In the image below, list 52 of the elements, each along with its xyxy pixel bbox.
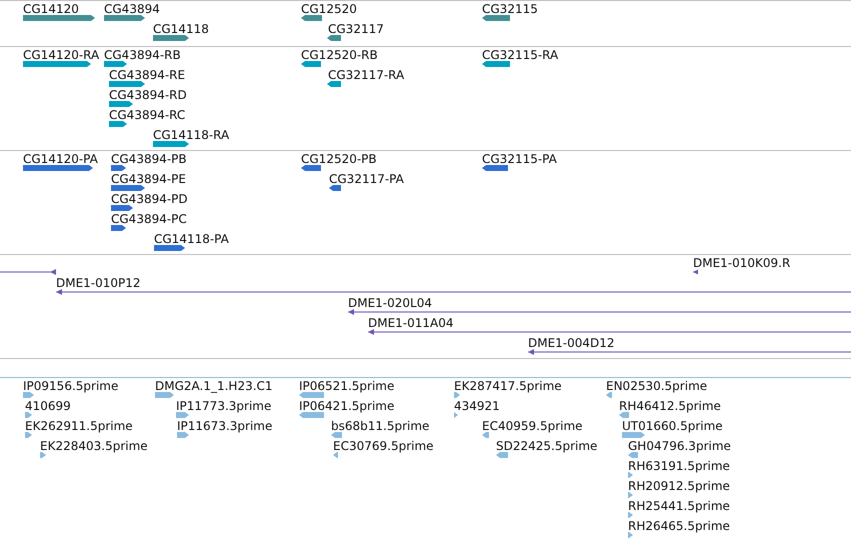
feature-label: CG32117: [328, 23, 384, 36]
feature-label: EK262911.5prime: [25, 420, 133, 433]
feature-label: RH20912.5prime: [628, 480, 730, 493]
feature-label: EK228403.5prime: [40, 440, 148, 453]
feature-label: DME1-020L04: [348, 297, 432, 310]
feature-label: DME1-004D12: [528, 337, 615, 350]
feature-label: CG43894-PC: [111, 213, 187, 226]
feature-label: EC40959.5prime: [482, 420, 583, 433]
feature-label: DME1-011A04: [368, 317, 454, 330]
feature-label: RH25441.5prime: [628, 500, 730, 513]
feature-label: IP11673.3prime: [177, 420, 272, 433]
feature-label: CG43894-RE: [109, 69, 186, 82]
feature-label: IP06421.5prime: [299, 400, 394, 413]
feature-label: DME1-010K09.R: [693, 257, 790, 270]
feature-label: CG32117-PA: [329, 173, 404, 186]
feature-label: CG14120: [23, 3, 79, 16]
feature-label: RH63191.5prime: [628, 460, 730, 473]
feature-label: CG12520-PB: [301, 153, 377, 166]
feature-label: SD22425.5prime: [496, 440, 598, 453]
feature-label: bs68b11.5prime: [331, 420, 430, 433]
feature-label: CG32115-PA: [482, 153, 557, 166]
feature-label: EN02530.5prime: [606, 380, 708, 393]
feature-label: EK287417.5prime: [454, 380, 562, 393]
feature-label: CG32115-RA: [482, 49, 558, 62]
feature-label: IP06521.5prime: [299, 380, 394, 393]
feature-label: RH26465.5prime: [628, 520, 730, 533]
feature-label: 410699: [25, 400, 71, 413]
feature-label: CG43894-RD: [109, 89, 187, 102]
feature-label: CG14120-PA: [23, 153, 98, 166]
feature-label: CG14120-RA: [23, 49, 100, 62]
feature-label: CG12520: [301, 3, 357, 16]
feature-label: CG14118: [153, 23, 209, 36]
feature-label: CG43894-PD: [111, 193, 188, 206]
feature-label: CG43894-RC: [109, 109, 186, 122]
feature-label: DMG2A.1_1.H23.C1: [155, 380, 273, 393]
feature-label: RH46412.5prime: [619, 400, 721, 413]
feature-label: CG43894-PB: [111, 153, 187, 166]
feature-label: 434921: [454, 400, 500, 413]
feature-label: UT01660.5prime: [622, 420, 723, 433]
feature-label: CG43894-RB: [104, 49, 181, 62]
feature-label: CG32115: [482, 3, 538, 16]
feature-label: CG43894: [104, 3, 160, 16]
feature-label: EC30769.5prime: [333, 440, 434, 453]
feature-label: CG14118-PA: [154, 233, 229, 246]
feature-label: CG12520-RB: [301, 49, 378, 62]
feature-label: IP11773.3prime: [176, 400, 272, 413]
feature-label: CG32117-RA: [328, 69, 404, 82]
feature-label: GH04796.3prime: [628, 440, 731, 453]
feature-label: IP09156.5prime: [23, 380, 118, 393]
feature-label: CG43894-PE: [111, 173, 186, 186]
feature-label: CG14118-RA: [153, 129, 230, 142]
feature-label: DME1-010P12: [56, 277, 141, 290]
